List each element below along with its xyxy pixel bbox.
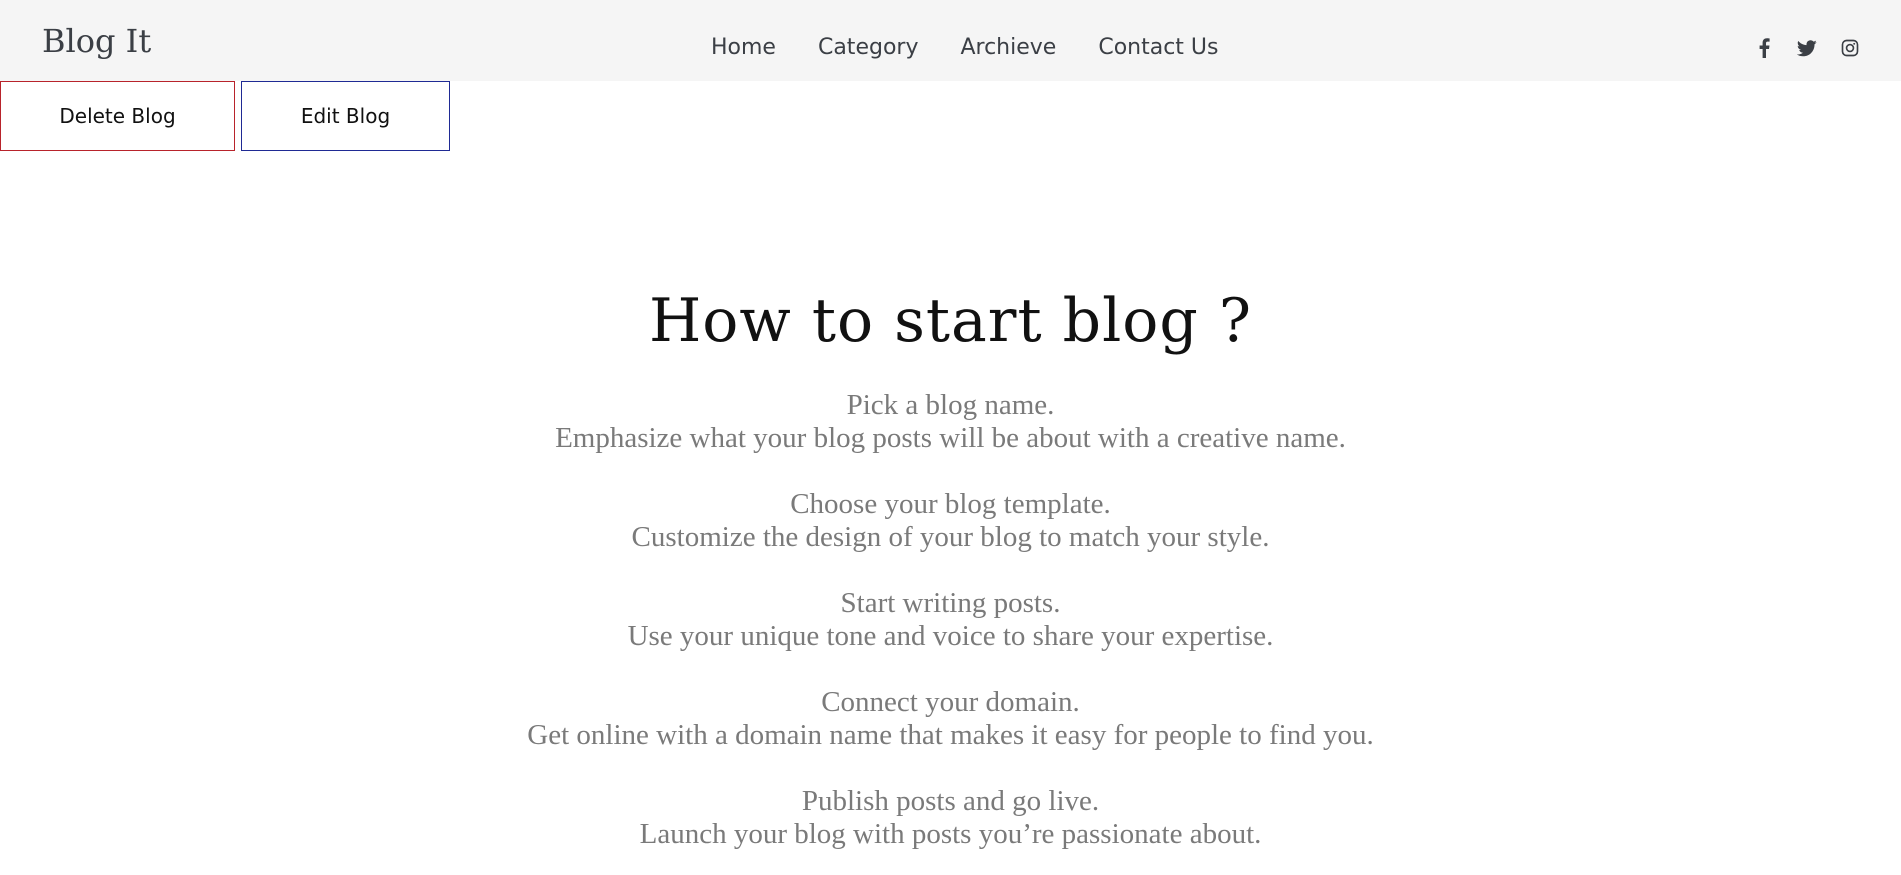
step-item: Start writing posts. Use your unique ton… [0,587,1901,653]
delete-blog-button[interactable]: Delete Blog [0,81,235,151]
step-text: Get online with a domain name that makes… [527,719,1374,751]
step-item: Pick a blog name. Emphasize what your bl… [0,389,1901,455]
social-links [1754,38,1860,58]
step-text: Use your unique tone and voice to share … [627,620,1274,652]
site-logo[interactable]: Blog It [42,20,151,62]
step-heading: Connect your domain. [821,686,1080,718]
facebook-icon[interactable] [1754,38,1774,58]
step-text: Emphasize what your blog posts will be a… [555,422,1346,454]
twitter-icon[interactable] [1797,38,1817,58]
step-item: Publish posts and go live. Launch your b… [0,785,1901,851]
step-item: Choose your blog template. Customize the… [0,488,1901,554]
step-text: Launch your blog with posts you’re passi… [639,818,1262,850]
site-header: Blog It Home Category Archieve Contact U… [0,0,1901,81]
main-nav: Home Category Archieve Contact Us [711,30,1218,66]
step-item: Connect your domain. Get online with a d… [0,686,1901,752]
step-text: Customize the design of your blog to mat… [631,521,1270,553]
nav-item-contact-us[interactable]: Contact Us [1098,30,1218,66]
nav-item-archieve[interactable]: Archieve [960,30,1056,66]
nav-item-home[interactable]: Home [711,30,776,66]
step-heading: Choose your blog template. [790,488,1111,520]
instagram-icon[interactable] [1840,38,1860,58]
step-heading: Start writing posts. [840,587,1061,619]
step-heading: Pick a blog name. [846,389,1055,421]
edit-blog-button[interactable]: Edit Blog [241,81,450,151]
step-heading: Publish posts and go live. [801,785,1100,817]
post-body: Pick a blog name. Emphasize what your bl… [0,389,1901,875]
post-title: How to start blog ? [648,286,1253,356]
nav-item-category[interactable]: Category [818,30,919,66]
